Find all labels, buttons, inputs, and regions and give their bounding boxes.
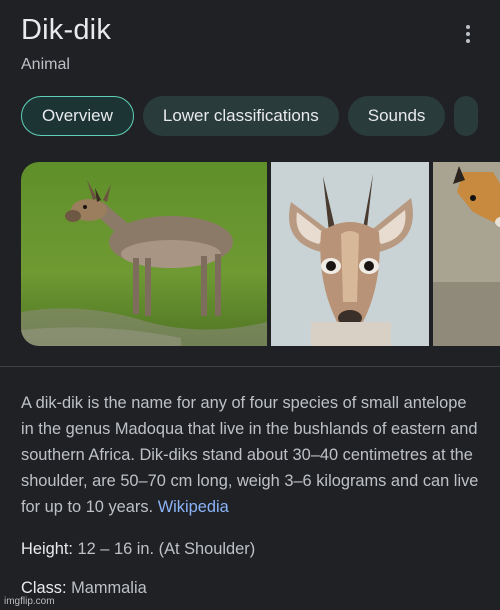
dik-dik-standing-photo[interactable] (21, 162, 267, 346)
tab-more[interactable] (454, 96, 479, 136)
description-text: A dik-dik is the name for any of four sp… (21, 394, 479, 516)
fact-value[interactable]: Mammalia (71, 579, 147, 597)
tab-overview[interactable]: Overview (21, 96, 134, 136)
tab-sounds[interactable]: Sounds (347, 96, 446, 136)
fact-value[interactable]: 12 – 16 in. (At Shoulder) (78, 540, 256, 558)
watermark: imgflip.com (4, 596, 55, 607)
wikipedia-link[interactable]: Wikipedia (158, 498, 229, 516)
fact-label: Class: (21, 579, 67, 597)
tab-chips: Overview Lower classifications Sounds (21, 96, 479, 136)
image-gallery (21, 162, 500, 346)
fact-height: Height: 12 – 16 in. (At Shoulder) (21, 540, 255, 559)
dik-dik-partial-photo[interactable] (433, 162, 500, 346)
entity-type: Animal (21, 56, 70, 73)
more-options-icon[interactable] (457, 22, 479, 46)
page-title: Dik-dik (21, 14, 112, 46)
tab-lower-classifications[interactable]: Lower classifications (142, 96, 339, 136)
description: A dik-dik is the name for any of four sp… (21, 390, 483, 520)
fact-label: Height: (21, 540, 73, 558)
dik-dik-face-closeup-photo[interactable] (271, 162, 429, 346)
knowledge-panel-header: Dik-dik Animal (21, 14, 479, 74)
section-divider (0, 366, 500, 367)
